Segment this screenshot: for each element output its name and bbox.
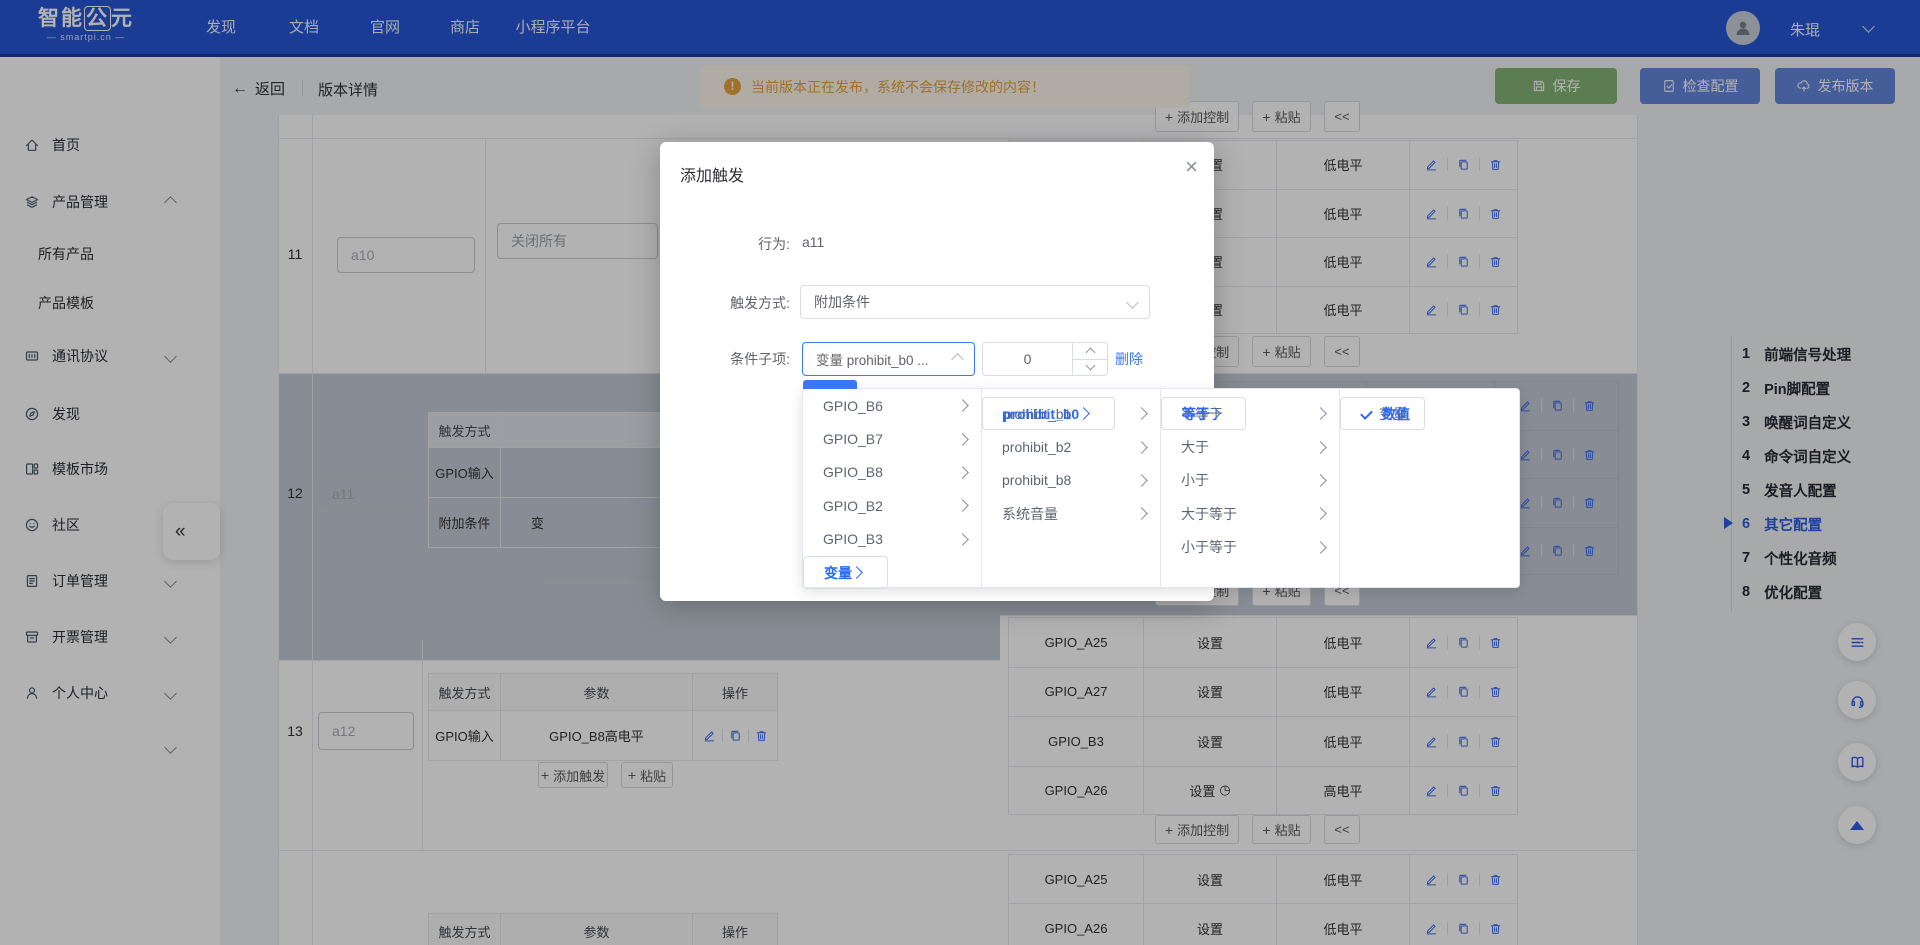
cascader-option[interactable]: GPIO_B3 [803,523,981,556]
chevron-right-icon [956,499,969,512]
cascader-option[interactable]: 大于 [1161,430,1339,463]
dialog-title: 添加触发 [680,162,744,186]
close-icon[interactable]: × [1185,154,1198,180]
check-icon [1360,407,1373,420]
cascader-column-operator: 等于 不等于 大于 小于 大于等于 小于等于 [1161,389,1340,587]
condition-value-stepper[interactable]: 0 [982,342,1108,376]
cascader-option[interactable]: GPIO_B8 [803,456,981,489]
trigger-mode-select[interactable]: 附加条件 [800,285,1150,319]
cascader-column-value-type: 数值 变量 [1340,389,1519,587]
cascader-option[interactable]: GPIO_B7 [803,422,981,455]
cascader-option-selected[interactable]: 数值 [1340,397,1425,430]
chevron-right-icon [1135,507,1148,520]
delete-condition-link[interactable]: 删除 [1115,349,1143,369]
chevron-right-icon [956,533,969,546]
chevron-right-icon [1077,407,1090,420]
cascader-scroll-indicator [803,380,857,389]
chevron-right-icon [1314,507,1327,520]
cascader-option[interactable]: 系统音量 [982,497,1160,530]
cascader-option[interactable]: GPIO_B6 [803,389,981,422]
cascader-option[interactable]: prohibit_b2 [982,430,1160,463]
cascader-option-selected[interactable]: 变量 [803,556,888,587]
trigger-mode-label: 触发方式: [660,293,790,313]
cascader-column-variable: prohibit_b0 prohibit_b1 prohibit_b2 proh… [982,389,1161,587]
condition-cascader-popup: GPIO_B6 GPIO_B7 GPIO_B8 GPIO_B2 GPIO_B3 … [802,388,1520,588]
cascader-option[interactable]: 小于等于 [1161,531,1339,564]
behavior-value: a11 [802,234,824,250]
cascader-option-selected[interactable]: prohibit_b0 [982,397,1115,430]
cascader-column-source: GPIO_B6 GPIO_B7 GPIO_B8 GPIO_B2 GPIO_B3 … [803,389,982,587]
chevron-right-icon [1314,474,1327,487]
chevron-right-icon [1135,407,1148,420]
cascader-option-selected[interactable]: 等于 [1161,397,1246,430]
chevron-right-icon [1314,541,1327,554]
condition-cascader-select[interactable]: 变量 prohibit_b0 ... [802,342,975,376]
chevron-right-icon [1314,407,1327,420]
chevron-right-icon [956,466,969,479]
chevron-right-icon [956,399,969,412]
app-root: 智能公元 — smartpi.cn — 发现 文档 官网 商店 小程序平台 朱琨… [0,0,1920,945]
chevron-right-icon [850,566,863,579]
cascader-option[interactable]: 大于等于 [1161,497,1339,530]
chevron-right-icon [1208,407,1221,420]
stepper-controls [1072,343,1107,375]
stepper-up-button[interactable] [1073,343,1107,360]
chevron-right-icon [1314,441,1327,454]
chevron-up-icon [951,353,964,366]
cascader-option[interactable]: prohibit_b8 [982,464,1160,497]
stepper-down-button[interactable] [1073,360,1107,376]
chevron-down-icon [1126,296,1139,309]
cascader-option[interactable]: 小于 [1161,464,1339,497]
chevron-right-icon [956,433,969,446]
chevron-right-icon [1135,474,1148,487]
behavior-label: 行为: [660,234,790,254]
cascader-option[interactable]: GPIO_B2 [803,489,981,522]
chevron-right-icon [1135,441,1148,454]
condition-label: 条件子项: [660,349,790,369]
